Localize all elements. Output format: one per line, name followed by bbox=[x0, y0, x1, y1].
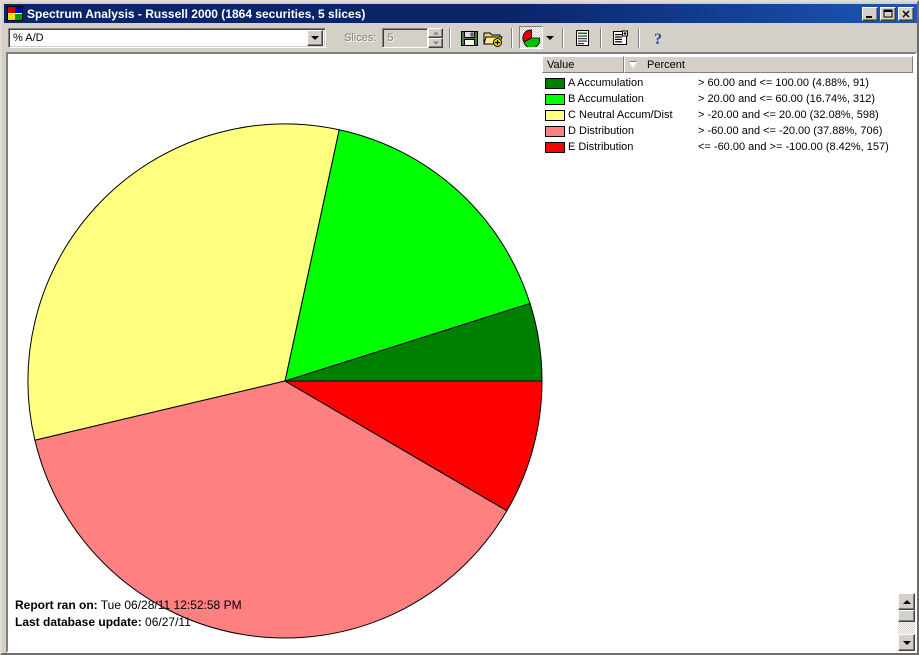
legend-color-swatch bbox=[545, 109, 565, 121]
legend-row-description: > 20.00 and <= 60.00 (16.74%, 312) bbox=[698, 93, 876, 105]
legend-panel: Value Percent A Accumulation > 60.00 and … bbox=[542, 56, 913, 155]
close-button[interactable] bbox=[898, 6, 914, 21]
scroll-up-button[interactable] bbox=[898, 593, 915, 610]
chart-type-dropdown[interactable] bbox=[543, 26, 556, 49]
legend-row-name: D Distribution bbox=[568, 125, 635, 137]
report-add-button[interactable] bbox=[608, 26, 632, 49]
report-list-button[interactable] bbox=[570, 26, 594, 49]
scrollbar-track[interactable] bbox=[898, 622, 915, 634]
toolbar-separator bbox=[600, 27, 603, 48]
legend-color-swatch bbox=[545, 141, 565, 153]
legend-row[interactable]: A Accumulation > 60.00 and <= 100.00 (4.8… bbox=[545, 75, 913, 91]
pie-chart-svg[interactable] bbox=[8, 54, 568, 653]
legend-row[interactable]: D Distribution > -60.00 and <= -20.00 (37… bbox=[545, 123, 913, 139]
svg-text:?: ? bbox=[654, 31, 662, 47]
indicator-combo-value: % A/D bbox=[13, 31, 44, 44]
title-bar: Spectrum Analysis - Russell 2000 (1864 s… bbox=[4, 4, 917, 23]
legend-color-swatch bbox=[545, 77, 565, 89]
toolbar-separator bbox=[562, 27, 565, 48]
slices-value[interactable]: 5 bbox=[382, 27, 429, 48]
legend-row-description: <= -60.00 and >= -100.00 (8.42%, 157) bbox=[698, 141, 889, 153]
floppy-disk-icon bbox=[460, 30, 478, 46]
window-title: Spectrum Analysis - Russell 2000 (1864 s… bbox=[27, 6, 366, 21]
report-ran-value: Tue 06/28/11 12:52:58 PM bbox=[100, 598, 242, 612]
legend-row-name: B Accumulation bbox=[568, 93, 644, 105]
report-client-area: Value Percent A Accumulation > 60.00 and … bbox=[6, 52, 917, 653]
add-report-icon bbox=[612, 30, 628, 45]
scroll-down-button[interactable] bbox=[898, 634, 915, 651]
legend-row-name: A Accumulation bbox=[568, 77, 644, 89]
report-ran-label: Report ran on: bbox=[15, 598, 98, 612]
slices-increment-button[interactable] bbox=[428, 27, 444, 38]
legend-color-swatch bbox=[545, 125, 565, 137]
question-mark-icon: ? bbox=[654, 31, 662, 47]
chart-type-button[interactable] bbox=[519, 26, 544, 49]
application-window: Spectrum Analysis - Russell 2000 (1864 s… bbox=[0, 0, 919, 655]
toolbar-separator bbox=[638, 27, 641, 48]
minimize-button[interactable] bbox=[862, 6, 878, 21]
legend-color-swatch bbox=[545, 93, 565, 105]
pie-chart bbox=[8, 54, 568, 653]
legend-row-name: E Distribution bbox=[568, 141, 634, 153]
spectrum-app-icon bbox=[7, 6, 23, 21]
legend-column-value[interactable]: Value bbox=[542, 56, 624, 73]
legend-row-description: > -60.00 and <= -20.00 (37.88%, 706) bbox=[698, 125, 883, 137]
toolbar-separator bbox=[511, 27, 514, 48]
open-button[interactable] bbox=[481, 26, 505, 49]
last-update-value: 06/27/11 bbox=[145, 615, 191, 629]
scrollbar-thumb[interactable] bbox=[898, 610, 915, 622]
legend-rows: A Accumulation > 60.00 and <= 100.00 (4.8… bbox=[542, 73, 913, 155]
indicator-combo[interactable]: % A/D bbox=[8, 27, 326, 48]
save-button[interactable] bbox=[457, 26, 481, 49]
list-report-icon bbox=[575, 29, 589, 46]
legend-column-percent[interactable]: Percent bbox=[624, 56, 913, 73]
legend-row[interactable]: C Neutral Accum/Dist > -20.00 and <= 20.0… bbox=[545, 107, 913, 123]
pie-chart-icon bbox=[522, 29, 541, 47]
window-controls bbox=[862, 6, 914, 21]
legend-row[interactable]: E Distribution <= -60.00 and >= -100.00 (… bbox=[545, 139, 913, 155]
chevron-down-icon[interactable] bbox=[307, 29, 323, 46]
legend-header: Value Percent bbox=[542, 56, 913, 73]
legend-row-name: C Neutral Accum/Dist bbox=[568, 109, 673, 121]
report-footer: Report ran on: Tue 06/28/11 12:52:58 PM … bbox=[15, 597, 242, 631]
slices-label: Slices: bbox=[344, 31, 377, 44]
toolbar: % A/D Slices: 5 ? bbox=[4, 24, 917, 51]
toolbar-separator bbox=[449, 27, 452, 48]
slices-stepper[interactable]: 5 bbox=[382, 27, 444, 48]
last-update-label: Last database update: bbox=[15, 615, 142, 629]
legend-row-description: > -20.00 and <= 20.00 (32.08%, 598) bbox=[698, 109, 879, 121]
maximize-button[interactable] bbox=[880, 6, 896, 21]
sort-descending-icon bbox=[629, 61, 637, 68]
help-button[interactable]: ? bbox=[646, 26, 670, 49]
legend-column-percent-label: Percent bbox=[647, 58, 685, 71]
legend-row[interactable]: B Accumulation > 20.00 and <= 60.00 (16.7… bbox=[545, 91, 913, 107]
vertical-scrollbar[interactable] bbox=[898, 593, 915, 651]
legend-row-description: > 60.00 and <= 100.00 (4.88%, 91) bbox=[698, 77, 869, 89]
slices-decrement-button[interactable] bbox=[428, 37, 444, 48]
last-update-line: Last database update: 06/27/11 bbox=[15, 614, 242, 631]
open-folder-icon bbox=[483, 32, 504, 47]
report-ran-line: Report ran on: Tue 06/28/11 12:52:58 PM bbox=[15, 597, 242, 614]
